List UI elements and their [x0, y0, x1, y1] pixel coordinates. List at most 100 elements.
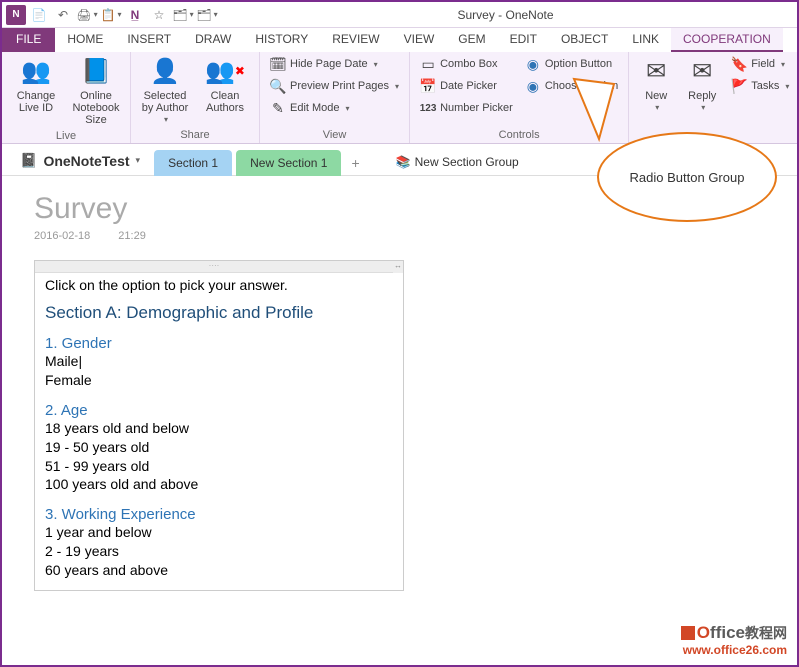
section-group[interactable]: 📚 New Section Group — [388, 149, 527, 175]
favorite-icon[interactable]: ☆ — [148, 4, 170, 26]
add-section-button[interactable]: + — [341, 151, 369, 175]
field-button[interactable]: 🔖 Field — [727, 54, 793, 74]
note-container[interactable]: ↔ Click on the option to pick your answe… — [34, 260, 404, 591]
tab-object[interactable]: OBJECT — [549, 28, 620, 52]
note-content[interactable]: Click on the option to pick your answer.… — [45, 267, 393, 580]
option-button-button[interactable]: ◉ Option Button — [521, 54, 622, 74]
q2-opt-1[interactable]: 18 years old and below — [45, 419, 393, 438]
section-tab-2[interactable]: New Section 1 — [236, 150, 341, 176]
label: Number Picker — [440, 102, 513, 114]
qat-print-icon[interactable]: 🖨 — [76, 4, 98, 26]
date-picker-button[interactable]: 📅 Date Picker — [416, 76, 517, 96]
notebook-size-icon: 📘 — [79, 56, 113, 88]
brand-o: O — [697, 623, 710, 642]
field-icon: 🔖 — [731, 56, 747, 72]
touch-mode-icon[interactable]: N̲ — [124, 4, 146, 26]
reply-button[interactable]: ✉ Reply — [681, 54, 723, 115]
number-picker-button[interactable]: 123 Number Picker — [416, 98, 517, 118]
new-mail-button[interactable]: ✉ New — [635, 54, 677, 115]
section-group-icon: 📚 — [396, 155, 411, 169]
selected-by-author-button[interactable]: 👤 Selected by Author — [137, 54, 193, 127]
tab-insert[interactable]: INSERT — [115, 28, 183, 52]
section-tab-1[interactable]: Section 1 — [154, 150, 232, 176]
section-a-heading: Section A: Demographic and Profile — [45, 303, 393, 323]
undo-icon[interactable]: ↶ — [52, 4, 74, 26]
tab-home[interactable]: HOME — [55, 28, 115, 52]
watermark: Office教程网 www.office26.com — [681, 623, 787, 657]
qat-dropdown-a[interactable]: 📋 — [100, 4, 122, 26]
preview-print-pages-button[interactable]: 🔍 Preview Print Pages — [266, 76, 403, 96]
q2-opt-3[interactable]: 51 - 99 years old — [45, 457, 393, 476]
q3-opt-3[interactable]: 60 years and above — [45, 561, 393, 580]
combo-box-button[interactable]: ▭ Combo Box — [416, 54, 517, 74]
title-bar: N 📄 ↶ 🖨 📋 N̲ ☆ 🗂 🗂 Survey - OneNote — [2, 2, 797, 28]
edit-mode-button[interactable]: ✎ Edit Mode — [266, 98, 403, 118]
envelope-icon: ✉ — [639, 56, 673, 88]
q2-opt-2[interactable]: 19 - 50 years old — [45, 438, 393, 457]
page-timestamp: 2016-02-18 21:29 — [34, 230, 797, 242]
label: Edit Mode — [290, 102, 340, 114]
q3-opt-1[interactable]: 1 year and below — [45, 523, 393, 542]
tab-link[interactable]: LINK — [620, 28, 671, 52]
tab-cooperation[interactable]: COOPERATION — [671, 28, 783, 52]
q1-opt-1[interactable]: Maile — [45, 352, 393, 371]
label: Option Button — [545, 58, 612, 70]
tab-gem[interactable]: GEM — [446, 28, 497, 52]
ribbon: 👥 Change Live ID 📘 Online Notebook Size … — [2, 52, 797, 144]
intro-text: Click on the option to pick your answer. — [45, 277, 393, 293]
q2-opt-4[interactable]: 100 years old and above — [45, 475, 393, 494]
ribbon-group-mail: ✉ New ✉ Reply 🔖 Field 🚩 Tasks — [629, 52, 799, 143]
number-icon: 123 — [420, 100, 436, 116]
q1-heading: 1. Gender — [45, 335, 393, 352]
author-select-icon: 👤 — [148, 56, 182, 88]
tab-edit[interactable]: EDIT — [498, 28, 549, 52]
qat-dropdown-b[interactable]: 🗂 — [172, 4, 194, 26]
ribbon-group-live: 👥 Change Live ID 📘 Online Notebook Size … — [2, 52, 131, 143]
note-resize-handle[interactable]: ↔ — [393, 261, 403, 273]
print-preview-icon: 🔍 — [270, 78, 286, 94]
calendar-icon: 📅 — [420, 78, 436, 94]
label: Choose Option — [545, 80, 618, 92]
choose-option-button[interactable]: ◉ Choose Option — [521, 76, 622, 96]
tab-history[interactable]: HISTORY — [243, 28, 320, 52]
tab-file[interactable]: FILE — [2, 28, 55, 52]
label: Reply — [688, 90, 716, 102]
ribbon-group-controls: ▭ Combo Box 📅 Date Picker 123 Number Pic… — [410, 52, 629, 143]
qat-doc-icon[interactable]: 📄 — [28, 4, 50, 26]
brand-cn: 教程网 — [745, 625, 787, 641]
label: Online Notebook Size — [70, 90, 122, 126]
watermark-logo: Office教程网 — [681, 623, 787, 643]
change-live-id-button[interactable]: 👥 Change Live ID — [8, 54, 64, 116]
qat-dropdown-c[interactable]: 🗂 — [196, 4, 218, 26]
q1-opt-2[interactable]: Female — [45, 371, 393, 390]
clean-authors-icon: 👥✖ — [208, 56, 242, 88]
flag-icon: 🚩 — [731, 78, 747, 94]
q3-opt-2[interactable]: 2 - 19 years — [45, 542, 393, 561]
ribbon-tabs: FILE HOME INSERT DRAW HISTORY REVIEW VIE… — [2, 28, 797, 52]
tab-draw[interactable]: DRAW — [183, 28, 243, 52]
group-label: Live — [8, 128, 124, 144]
hide-page-date-button[interactable]: 🗓 Hide Page Date — [266, 54, 403, 74]
calendar-hide-icon: 🗓 — [270, 56, 286, 72]
ribbon-group-view: 🗓 Hide Page Date 🔍 Preview Print Pages ✎… — [260, 52, 410, 143]
group-label: Share — [137, 127, 253, 143]
tab-review[interactable]: REVIEW — [320, 28, 391, 52]
label: Clean Authors — [199, 90, 251, 114]
label: Date Picker — [440, 80, 497, 92]
watermark-url: www.office26.com — [681, 643, 787, 657]
label: Tasks — [751, 80, 779, 92]
radio-selected-icon: ◉ — [525, 78, 541, 94]
label: Field — [751, 58, 775, 70]
tab-view[interactable]: VIEW — [392, 28, 447, 52]
label: Selected by Author — [139, 90, 191, 114]
label: New — [645, 90, 667, 102]
combo-box-icon: ▭ — [420, 56, 436, 72]
tasks-button[interactable]: 🚩 Tasks — [727, 76, 793, 96]
notebook-selector[interactable]: 📓 OneNoteTest — [10, 146, 150, 175]
q3-heading: 3. Working Experience — [45, 506, 393, 523]
clean-authors-button[interactable]: 👥✖ Clean Authors — [197, 54, 253, 116]
group-label: Controls — [416, 127, 622, 143]
note-drag-handle[interactable] — [35, 261, 393, 273]
online-notebook-size-button[interactable]: 📘 Online Notebook Size — [68, 54, 124, 128]
page-time: 21:29 — [118, 230, 146, 242]
